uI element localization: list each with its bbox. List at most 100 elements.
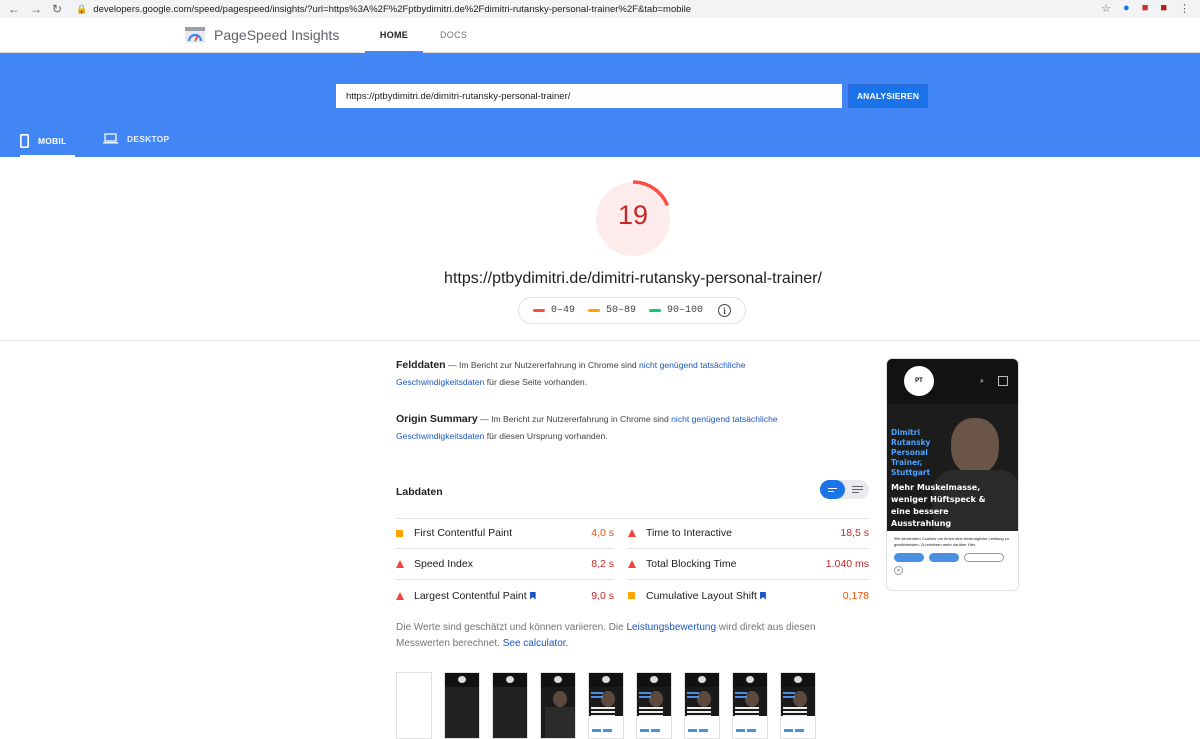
origin-summary-title: Origin Summary xyxy=(396,413,478,425)
web-vital-bookmark-icon xyxy=(529,591,536,600)
filmstrip-frame xyxy=(684,672,720,739)
average-square-icon xyxy=(628,592,646,599)
top-navigation: PageSpeed Insights HOME DOCS xyxy=(0,18,1200,53)
analyze-button[interactable]: ANALYSIEREN xyxy=(848,84,928,108)
reload-icon[interactable]: ↻ xyxy=(52,2,62,16)
laptop-icon xyxy=(103,133,118,144)
info-icon[interactable]: i xyxy=(718,304,732,317)
pdf-extension-icon[interactable]: ■ xyxy=(1142,2,1149,15)
compact-view-icon[interactable] xyxy=(820,480,845,499)
score-legend: 0–49 50–89 90–100 i xyxy=(518,297,746,324)
legend-label-average: 50–89 xyxy=(606,305,637,316)
field-data-text-end: für diese Seite vorhanden. xyxy=(484,377,588,387)
app-title: PageSpeed Insights xyxy=(214,27,340,43)
metric-label: First Contentful Paint xyxy=(414,527,513,539)
final-screenshot-preview: PT ⌕ Dimitri Rutansky Personal Trainer, … xyxy=(886,358,1019,591)
fail-triangle-icon xyxy=(396,560,414,568)
metric-time-to-interactive: Time to Interactive 18,5 s xyxy=(628,518,869,549)
lock-icon: 🔒 xyxy=(76,3,88,14)
url-input[interactable]: https://ptbydimitri.de/dimitri-rutansky-… xyxy=(336,84,842,108)
metric-value: 18,5 s xyxy=(840,527,869,539)
metric-label: Total Blocking Time xyxy=(646,558,737,570)
filmstrip-frame xyxy=(636,672,672,739)
site-logo: PT xyxy=(904,366,934,396)
metric-speed-index: Speed Index 8,2 s xyxy=(396,549,614,580)
preview-hero: Dimitri Rutansky Personal Trainer, Stutt… xyxy=(887,404,1018,531)
analyze-panel: https://ptbydimitri.de/dimitri-rutansky-… xyxy=(0,53,1200,157)
metric-largest-contentful-paint: Largest Contentful Paint 9,0 s xyxy=(396,580,614,611)
filmstrip-frame xyxy=(396,672,432,739)
origin-summary-text: — Im Bericht zur Nutzererfahrung in Chro… xyxy=(477,414,672,424)
metric-value: 1.040 ms xyxy=(825,558,869,570)
origin-summary-text-end: für diesen Ursprung vorhanden. xyxy=(484,431,608,441)
cookie-button xyxy=(929,553,959,562)
tab-docs[interactable]: DOCS xyxy=(440,30,467,40)
close-icon: ✕ xyxy=(894,566,903,575)
fail-triangle-icon xyxy=(396,591,414,600)
section-divider xyxy=(0,340,1200,341)
fail-triangle-icon xyxy=(628,529,646,537)
see-calculator-link[interactable]: See calculator. xyxy=(503,638,569,649)
average-square-icon xyxy=(396,529,414,537)
tab-mobile[interactable]: MOBIL xyxy=(20,133,75,157)
browser-toolbar: ← → ↻ 🔒 developers.google.com/speed/page… xyxy=(0,0,1200,18)
metric-label: Time to Interactive xyxy=(646,527,732,539)
legend-bar-red xyxy=(533,309,545,312)
preview-headline: Mehr Muskelmasse, weniger Hüftspeck & ei… xyxy=(891,483,986,528)
tab-desktop-label: DESKTOP xyxy=(127,133,170,144)
legend-bar-green xyxy=(649,309,662,312)
field-data-title: Felddaten xyxy=(396,359,446,371)
metric-label: Speed Index xyxy=(414,558,473,570)
filmstrip-frame xyxy=(732,672,768,739)
legend-bar-orange xyxy=(588,309,601,312)
web-vital-bookmark-icon xyxy=(759,591,766,600)
cookie-button xyxy=(894,553,924,562)
metrics-view-toggle[interactable] xyxy=(820,480,869,499)
metric-label: Largest Contentful Paint xyxy=(414,589,527,602)
note-text: Die Werte sind geschätzt und können vari… xyxy=(396,622,627,633)
expanded-view-icon[interactable] xyxy=(845,480,869,499)
address-bar[interactable]: developers.google.com/speed/pagespeed/in… xyxy=(93,4,691,15)
extension-user-icon[interactable]: ● xyxy=(1123,2,1130,15)
metric-first-contentful-paint: First Contentful Paint 4,0 s xyxy=(396,518,614,549)
legend-item-pass: 90–100 xyxy=(649,305,703,316)
app-logo[interactable]: PageSpeed Insights xyxy=(184,26,339,44)
back-icon[interactable]: ← xyxy=(8,2,20,16)
performance-score-link[interactable]: Leistungsbewertung xyxy=(627,622,717,633)
origin-summary-section: Origin Summary — Im Bericht zur Nutzerer… xyxy=(396,411,816,445)
filmstrip-frame xyxy=(540,672,576,739)
cookie-banner: Wir verwenden Cookies um Ihnen eine best… xyxy=(887,531,1018,590)
lab-data-note: Die Werte sind geschätzt und können vari… xyxy=(396,620,871,652)
search-icon: ⌕ xyxy=(980,378,984,385)
forward-icon[interactable]: → xyxy=(30,2,42,16)
tab-mobile-label: MOBIL xyxy=(38,136,67,146)
tab-home[interactable]: HOME xyxy=(365,30,423,53)
preview-site-header: PT ⌕ xyxy=(887,359,1018,404)
metric-value: 8,2 s xyxy=(591,558,614,570)
extension-icon[interactable]: ■ xyxy=(1160,2,1167,15)
cookie-text: Wir verwenden Cookies um Ihnen eine best… xyxy=(894,536,1009,547)
filmstrip-frame xyxy=(588,672,624,739)
metric-value: 4,0 s xyxy=(591,527,614,539)
field-data-text: — Im Bericht zur Nutzererfahrung in Chro… xyxy=(445,360,640,370)
performance-score: 19 xyxy=(617,200,649,230)
lab-data-title: Labdaten xyxy=(396,486,443,498)
filmstrip-frame xyxy=(780,672,816,739)
metric-cumulative-layout-shift: Cumulative Layout Shift 0,178 xyxy=(628,580,869,611)
pagespeed-logo-icon xyxy=(185,27,205,43)
preview-name: Dimitri Rutansky Personal Trainer, Stutt… xyxy=(891,428,931,477)
fail-triangle-icon xyxy=(628,560,646,568)
browser-menu-icon[interactable]: ⋮ xyxy=(1179,2,1190,15)
menu-icon xyxy=(998,376,1008,386)
load-filmstrip xyxy=(396,672,816,739)
legend-item-average: 50–89 xyxy=(588,305,636,316)
smartphone-icon xyxy=(20,134,29,148)
tab-desktop[interactable]: DESKTOP xyxy=(103,133,169,144)
filmstrip-frame xyxy=(444,672,480,739)
metric-value: 0,178 xyxy=(842,589,869,602)
metric-label: Cumulative Layout Shift xyxy=(646,589,757,602)
legend-label-pass: 90–100 xyxy=(667,305,704,316)
bookmark-star-icon[interactable]: ☆ xyxy=(1101,2,1111,15)
metric-value: 9,0 s xyxy=(591,589,614,602)
legend-item-fail: 0–49 xyxy=(533,305,575,316)
